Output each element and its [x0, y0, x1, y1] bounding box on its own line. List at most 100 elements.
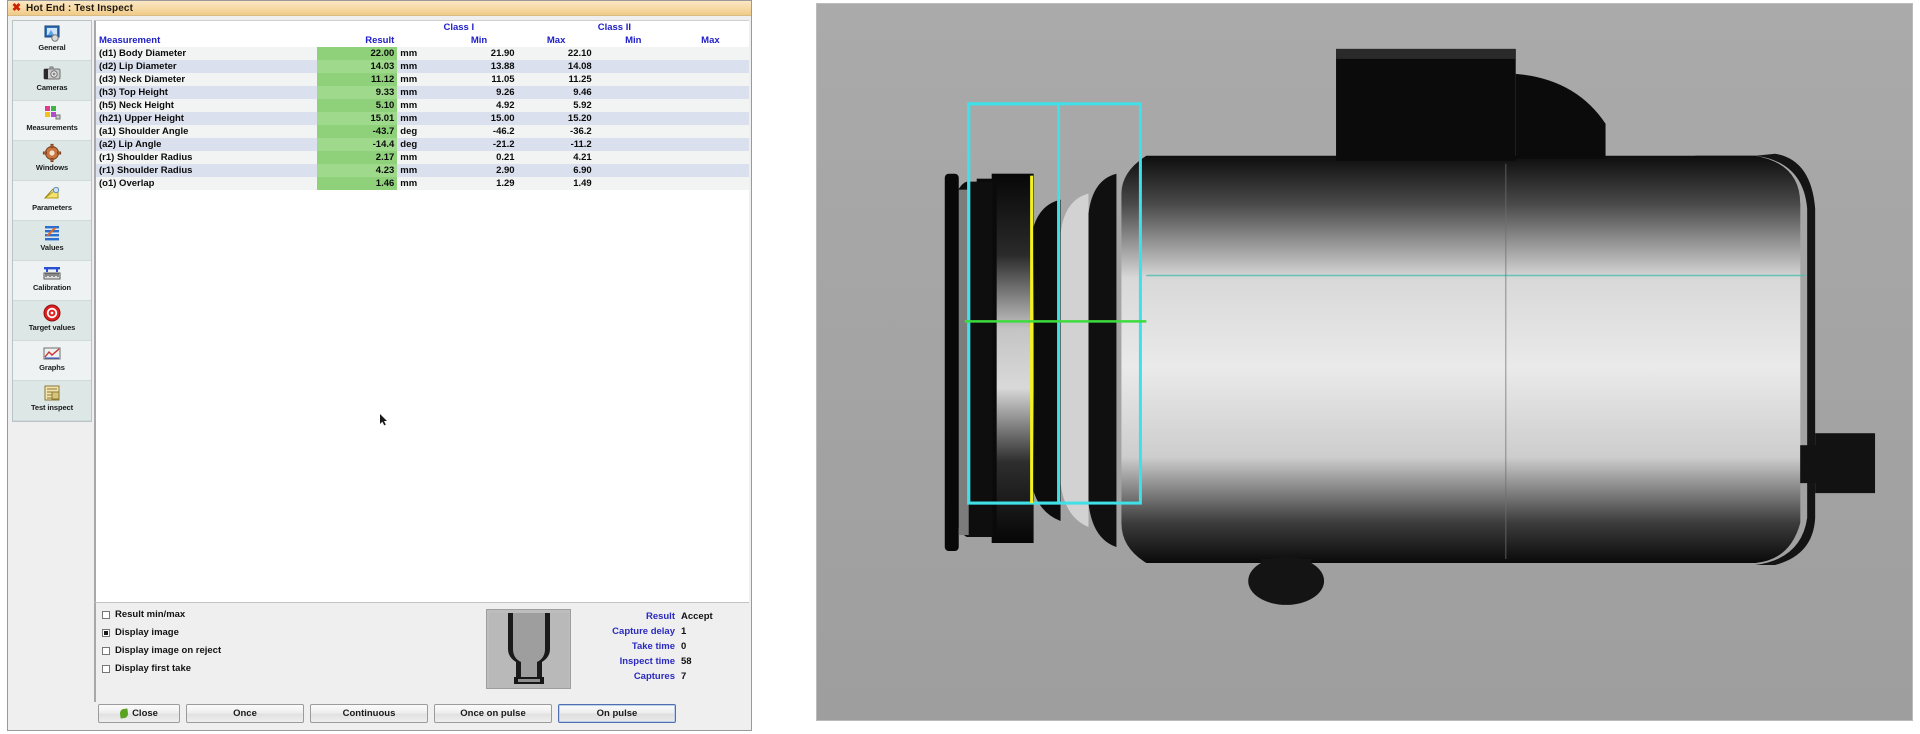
test-inspect-icon: [42, 383, 62, 403]
option-checkbox-row[interactable]: Display image: [102, 627, 402, 638]
class2-max: [671, 60, 749, 73]
class2-max: [671, 112, 749, 125]
class1-max: -11.2: [517, 138, 595, 151]
measurement-unit: mm: [397, 86, 441, 99]
class1-max: 14.08: [517, 60, 595, 73]
class1-max: 6.90: [517, 164, 595, 177]
measurement-unit: mm: [397, 151, 441, 164]
table-row[interactable]: (d2) Lip Diameter 14.03 mm 13.88 14.08: [96, 60, 749, 73]
table-row[interactable]: (r1) Shoulder Radius 2.17 mm 0.21 4.21: [96, 151, 749, 164]
class2-min: [594, 138, 672, 151]
measurement-name: (a1) Shoulder Angle: [96, 125, 318, 138]
class1-min: 4.92: [440, 99, 518, 112]
bottle-inspection-image: [817, 4, 1912, 720]
col-class2-max[interactable]: Max: [671, 34, 749, 47]
class1-max: 9.46: [517, 86, 595, 99]
sidebar-item-measurements[interactable]: Measurements: [13, 101, 91, 141]
table-row[interactable]: (d1) Body Diameter 22.00 mm 21.90 22.10: [96, 47, 749, 60]
stat-value: 0: [681, 641, 687, 652]
table-row[interactable]: (o1) Overlap 1.46 mm 1.29 1.49: [96, 177, 749, 190]
checkbox-icon[interactable]: [102, 646, 110, 655]
close-button[interactable]: Close: [98, 704, 180, 723]
measurement-result: 9.33: [317, 86, 398, 99]
sidebar-item-test-inspect[interactable]: Test inspect: [13, 381, 91, 421]
continuous-button[interactable]: Continuous: [310, 704, 428, 723]
table-row[interactable]: (a2) Lip Angle -14.4 deg -21.2 -11.2: [96, 138, 749, 151]
on-pulse-button[interactable]: On pulse: [558, 704, 676, 723]
sidebar-item-parameters[interactable]: Parameters: [13, 181, 91, 221]
measurement-name: (a2) Lip Angle: [96, 138, 318, 151]
sidebar-item-general[interactable]: General: [13, 21, 91, 61]
measurement-unit: mm: [397, 47, 441, 60]
measurement-result: 4.23: [317, 164, 398, 177]
measurement-result: -14.4: [317, 138, 398, 151]
option-checkbox-row[interactable]: Display image on reject: [102, 645, 402, 656]
display-options-group: Result min/max Display image Display image…: [102, 609, 402, 674]
parameters-icon: [42, 183, 62, 203]
class1-max: 4.21: [517, 151, 595, 164]
once-button[interactable]: Once: [186, 704, 304, 723]
class1-min: 2.90: [440, 164, 518, 177]
class1-max: 1.49: [517, 177, 595, 190]
measurements-panel: Class I Class II Measurement Result Min …: [94, 20, 749, 492]
sidebar-item-graphs[interactable]: Graphs: [13, 341, 91, 381]
class2-min: [594, 112, 672, 125]
option-label: Result min/max: [115, 609, 186, 620]
checkbox-icon[interactable]: [102, 628, 110, 637]
col-class2-min[interactable]: Min: [594, 34, 672, 47]
stat-label: Result: [645, 611, 675, 622]
col-result[interactable]: Result: [317, 34, 398, 47]
checkbox-icon[interactable]: [102, 664, 110, 673]
class1-max: 11.25: [517, 73, 595, 86]
class2-min: [594, 164, 672, 177]
col-measurement[interactable]: Measurement: [96, 34, 318, 47]
sidebar-item-values[interactable]: Values: [13, 221, 91, 261]
sidebar-item-target-values[interactable]: Target values: [13, 301, 91, 341]
options-and-stats-panel: Result min/max Display image Display image…: [94, 602, 749, 702]
measurement-result: 22.00: [317, 47, 398, 60]
class2-min: [594, 73, 672, 86]
col-class1-max[interactable]: Max: [517, 34, 595, 47]
sidebar-label: Calibration: [32, 283, 72, 292]
leaf-icon: [119, 708, 129, 719]
table-row[interactable]: (r1) Shoulder Radius 4.23 mm 2.90 6.90: [96, 164, 749, 177]
once-on-pulse-button[interactable]: Once on pulse: [434, 704, 552, 723]
on-pulse-button-label: On pulse: [596, 708, 638, 719]
sidebar-item-calibration[interactable]: Calibration: [13, 261, 91, 301]
sidebar-label: Graphs: [39, 363, 65, 372]
measurement-name: (h21) Upper Height: [96, 112, 318, 125]
sidebar-item-windows[interactable]: Windows: [13, 141, 91, 181]
window-close-icon[interactable]: ✖: [11, 2, 22, 14]
stat-label: Take time: [631, 641, 675, 652]
class2-max: [671, 177, 749, 190]
graphs-icon: [42, 343, 62, 363]
class1-min: 21.90: [440, 47, 518, 60]
measurement-unit: mm: [397, 73, 441, 86]
stat-value: 58: [681, 656, 692, 667]
action-button-bar: Close Once Continuous Once on pulse On p…: [94, 702, 749, 728]
sidebar-label: Target values: [28, 323, 76, 332]
col-class1-min[interactable]: Min: [440, 34, 518, 47]
class2-min: [594, 47, 672, 60]
stat-value: 7: [681, 671, 687, 682]
sidebar-item-cameras[interactable]: Cameras: [13, 61, 91, 101]
measurements-icon: [42, 103, 62, 123]
table-row[interactable]: (d3) Neck Diameter 11.12 mm 11.05 11.25: [96, 73, 749, 86]
stat-row: Captures 7: [595, 671, 713, 682]
measurement-unit: mm: [397, 99, 441, 112]
sidebar-label: Windows: [35, 163, 69, 172]
measurement-result: 1.46: [317, 177, 398, 190]
inspection-image-panel[interactable]: [816, 3, 1913, 721]
table-row[interactable]: (h5) Neck Height 5.10 mm 4.92 5.92: [96, 99, 749, 112]
checkbox-icon[interactable]: [102, 610, 110, 619]
table-row[interactable]: (h3) Top Height 9.33 mm 9.26 9.46: [96, 86, 749, 99]
measurement-result: 15.01: [317, 112, 398, 125]
stat-label: Inspect time: [619, 656, 675, 667]
option-checkbox-row[interactable]: Display first take: [102, 663, 402, 674]
table-row[interactable]: (a1) Shoulder Angle -43.7 deg -46.2 -36.2: [96, 125, 749, 138]
option-checkbox-row[interactable]: Result min/max: [102, 609, 402, 620]
table-row[interactable]: (h21) Upper Height 15.01 mm 15.00 15.20: [96, 112, 749, 125]
preview-thumbnail[interactable]: [486, 609, 571, 689]
class1-min: -21.2: [440, 138, 518, 151]
stat-row: Capture delay 1: [595, 626, 713, 637]
